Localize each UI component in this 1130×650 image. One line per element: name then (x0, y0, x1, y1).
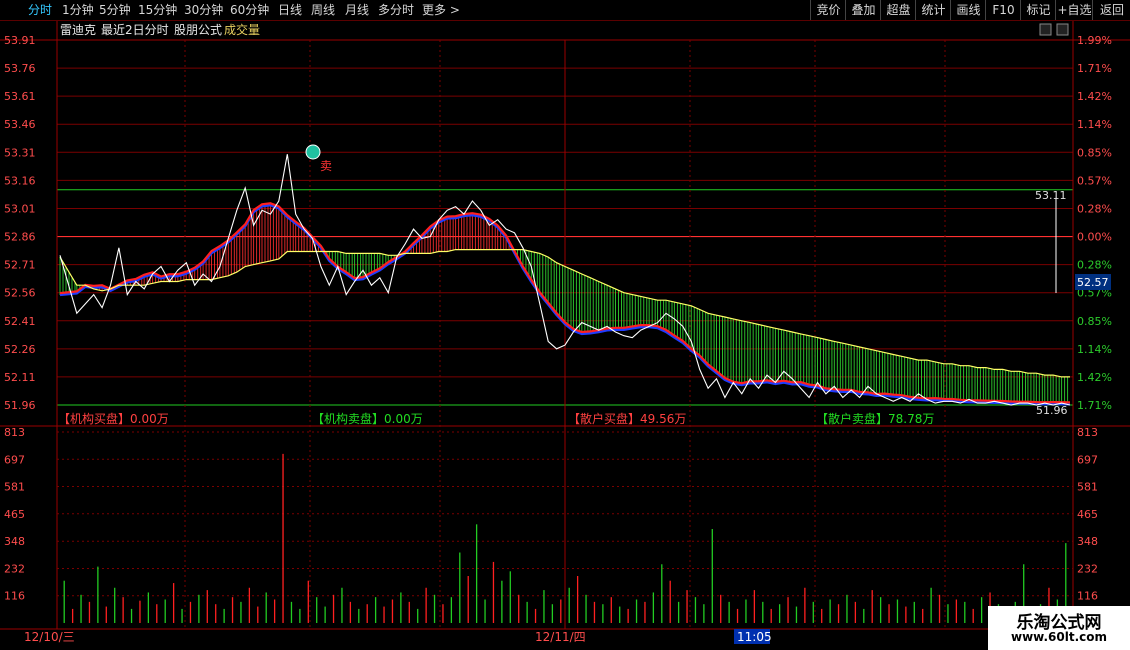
toolbar-button-6[interactable]: 标记 (1020, 0, 1056, 20)
percent-tick-label: 0.85% (1077, 146, 1112, 159)
high-price-label: 53.11 (1035, 189, 1067, 202)
price-tick-label: 52.56 (4, 287, 36, 300)
percent-tick-label: 0.85% (1077, 315, 1112, 328)
price-tick-label: 52.86 (4, 231, 36, 244)
toolbar-button-2[interactable]: 超盘 (880, 0, 916, 20)
volume-tick-label-right: 697 (1077, 453, 1098, 466)
percent-tick-label: 0.00% (1077, 231, 1112, 244)
date-axis: 12/10/三 12/11/四 11:05 (24, 629, 772, 644)
percent-tick-label: 0.57% (1077, 174, 1112, 187)
volume-tick-label: 232 (4, 562, 25, 575)
tab-9[interactable]: 多分时 (378, 0, 414, 20)
percent-tick-label: 1.71% (1077, 399, 1112, 412)
watermark-url: www.60lt.com (1010, 630, 1108, 644)
flow-label: 【机构买盘】0.00万 (58, 411, 169, 426)
toolbar-button-7[interactable]: +自选 (1055, 0, 1093, 20)
chart-marks (305, 144, 1057, 293)
price-tick-label: 53.01 (4, 202, 36, 215)
toolbar-button-8[interactable]: 返回 (1092, 0, 1130, 20)
period-toolbar: 分时 1分钟 5分钟 15分钟 30分钟 60分钟 日线 周线 月线 多分时 更多 > 竞价 叠加 超盘… (0, 0, 1130, 21)
percent-tick-label: 1.99% (1077, 34, 1112, 47)
price-tick-label: 53.16 (4, 174, 36, 187)
volume-tick-label-right: 465 (1077, 508, 1098, 521)
current-price-label: 52.57 (1077, 276, 1109, 289)
money-flow-labels: 【机构买盘】0.00万 【机构卖盘】0.00万 【散户买盘】49.56万 【散户卖盘】… (58, 411, 934, 426)
price-tick-label: 51.96 (4, 399, 36, 412)
volume-tick-label-right: 348 (1077, 535, 1098, 548)
volume-tick-label: 813 (4, 426, 25, 439)
window-controls[interactable] (1039, 23, 1069, 36)
restore-icon[interactable] (1039, 23, 1052, 36)
tab-1[interactable]: 1分钟 (62, 0, 94, 20)
volume-tick-label: 697 (4, 453, 25, 466)
price-tick-label: 53.61 (4, 90, 36, 103)
toolbar-button-3[interactable]: 统计 (915, 0, 951, 20)
tab-5[interactable]: 60分钟 (230, 0, 269, 20)
tab-6[interactable]: 日线 (278, 0, 302, 20)
tab-0[interactable]: 分时 (28, 0, 52, 20)
percent-tick-label: 0.28% (1077, 259, 1112, 272)
price-tick-label: 52.71 (4, 259, 36, 272)
settings-icon[interactable] (1056, 23, 1069, 36)
flow-label: 【机构卖盘】0.00万 (312, 411, 423, 426)
volume-tick-label: 581 (4, 481, 25, 494)
tab-10[interactable]: 更多 > (422, 0, 460, 20)
trend-fill (59, 205, 1069, 405)
price-tick-label: 53.76 (4, 62, 36, 75)
percent-tick-label: 1.42% (1077, 371, 1112, 384)
toolbar-button-5[interactable]: F10 (985, 0, 1021, 20)
price-tick-label: 53.91 (4, 34, 36, 47)
watermark: 乐淘公式网 www.60lt.com (988, 606, 1130, 650)
volume-tick-label-right: 581 (1077, 481, 1098, 494)
volume-tick-label: 116 (4, 590, 25, 603)
time-cursor-label: 11:05 (737, 630, 772, 644)
chart-mode: 最近2日分时 (101, 23, 169, 37)
left-price-axis: 53.91 53.76 53.61 53.46 53.31 53.16 53.01 52.86… (4, 34, 36, 603)
flow-label: 【散户买盘】49.56万 (568, 411, 686, 426)
price-tick-label: 52.41 (4, 315, 36, 328)
date-label: 12/11/四 (535, 630, 586, 644)
low-price-label: 51.96 (1036, 404, 1068, 417)
toolbar-button-4[interactable]: 画线 (950, 0, 986, 20)
volume-tick-label-right: 232 (1077, 562, 1098, 575)
tab-7[interactable]: 周线 (311, 0, 335, 20)
price-tick-label: 53.46 (4, 118, 36, 131)
percent-tick-label: 0.28% (1077, 202, 1112, 215)
right-percent-axis: 1.99% 1.71% 1.42% 1.14% 0.85% 0.57% 0.28% 0.00%… (1077, 34, 1112, 603)
volume-tick-label-right: 116 (1077, 590, 1098, 603)
volume-tick-label: 348 (4, 535, 25, 548)
percent-tick-label: 1.14% (1077, 343, 1112, 356)
indicator-name: 成交量 (224, 22, 260, 37)
stock-name: 雷迪克 (60, 23, 96, 37)
toolbar-button-1[interactable]: 叠加 (845, 0, 881, 20)
tab-3[interactable]: 15分钟 (138, 0, 177, 20)
price-tick-label: 53.31 (4, 146, 36, 159)
percent-tick-label: 1.14% (1077, 118, 1112, 131)
price-tick-label: 52.11 (4, 371, 36, 384)
price-tick-label: 52.26 (4, 343, 36, 356)
toolbar-button-0[interactable]: 竞价 (810, 0, 846, 20)
tab-8[interactable]: 月线 (345, 0, 369, 20)
sell-signal-icon (305, 144, 321, 160)
formula-name: 股朋公式 (174, 23, 222, 37)
percent-tick-label: 1.71% (1077, 62, 1112, 75)
volume-tick-label: 465 (4, 508, 25, 521)
date-label: 12/10/三 (24, 630, 75, 644)
sell-signal-label: 卖 (320, 159, 332, 173)
volume-tick-label-right: 813 (1077, 426, 1098, 439)
tab-4[interactable]: 30分钟 (184, 0, 223, 20)
flow-label: 【散户卖盘】78.78万 (816, 411, 934, 426)
tab-2[interactable]: 5分钟 (99, 0, 131, 20)
intraday-chart: 53.91 53.76 53.61 53.46 53.31 53.16 53.01 52.86… (0, 21, 1130, 644)
percent-tick-label: 1.42% (1077, 90, 1112, 103)
